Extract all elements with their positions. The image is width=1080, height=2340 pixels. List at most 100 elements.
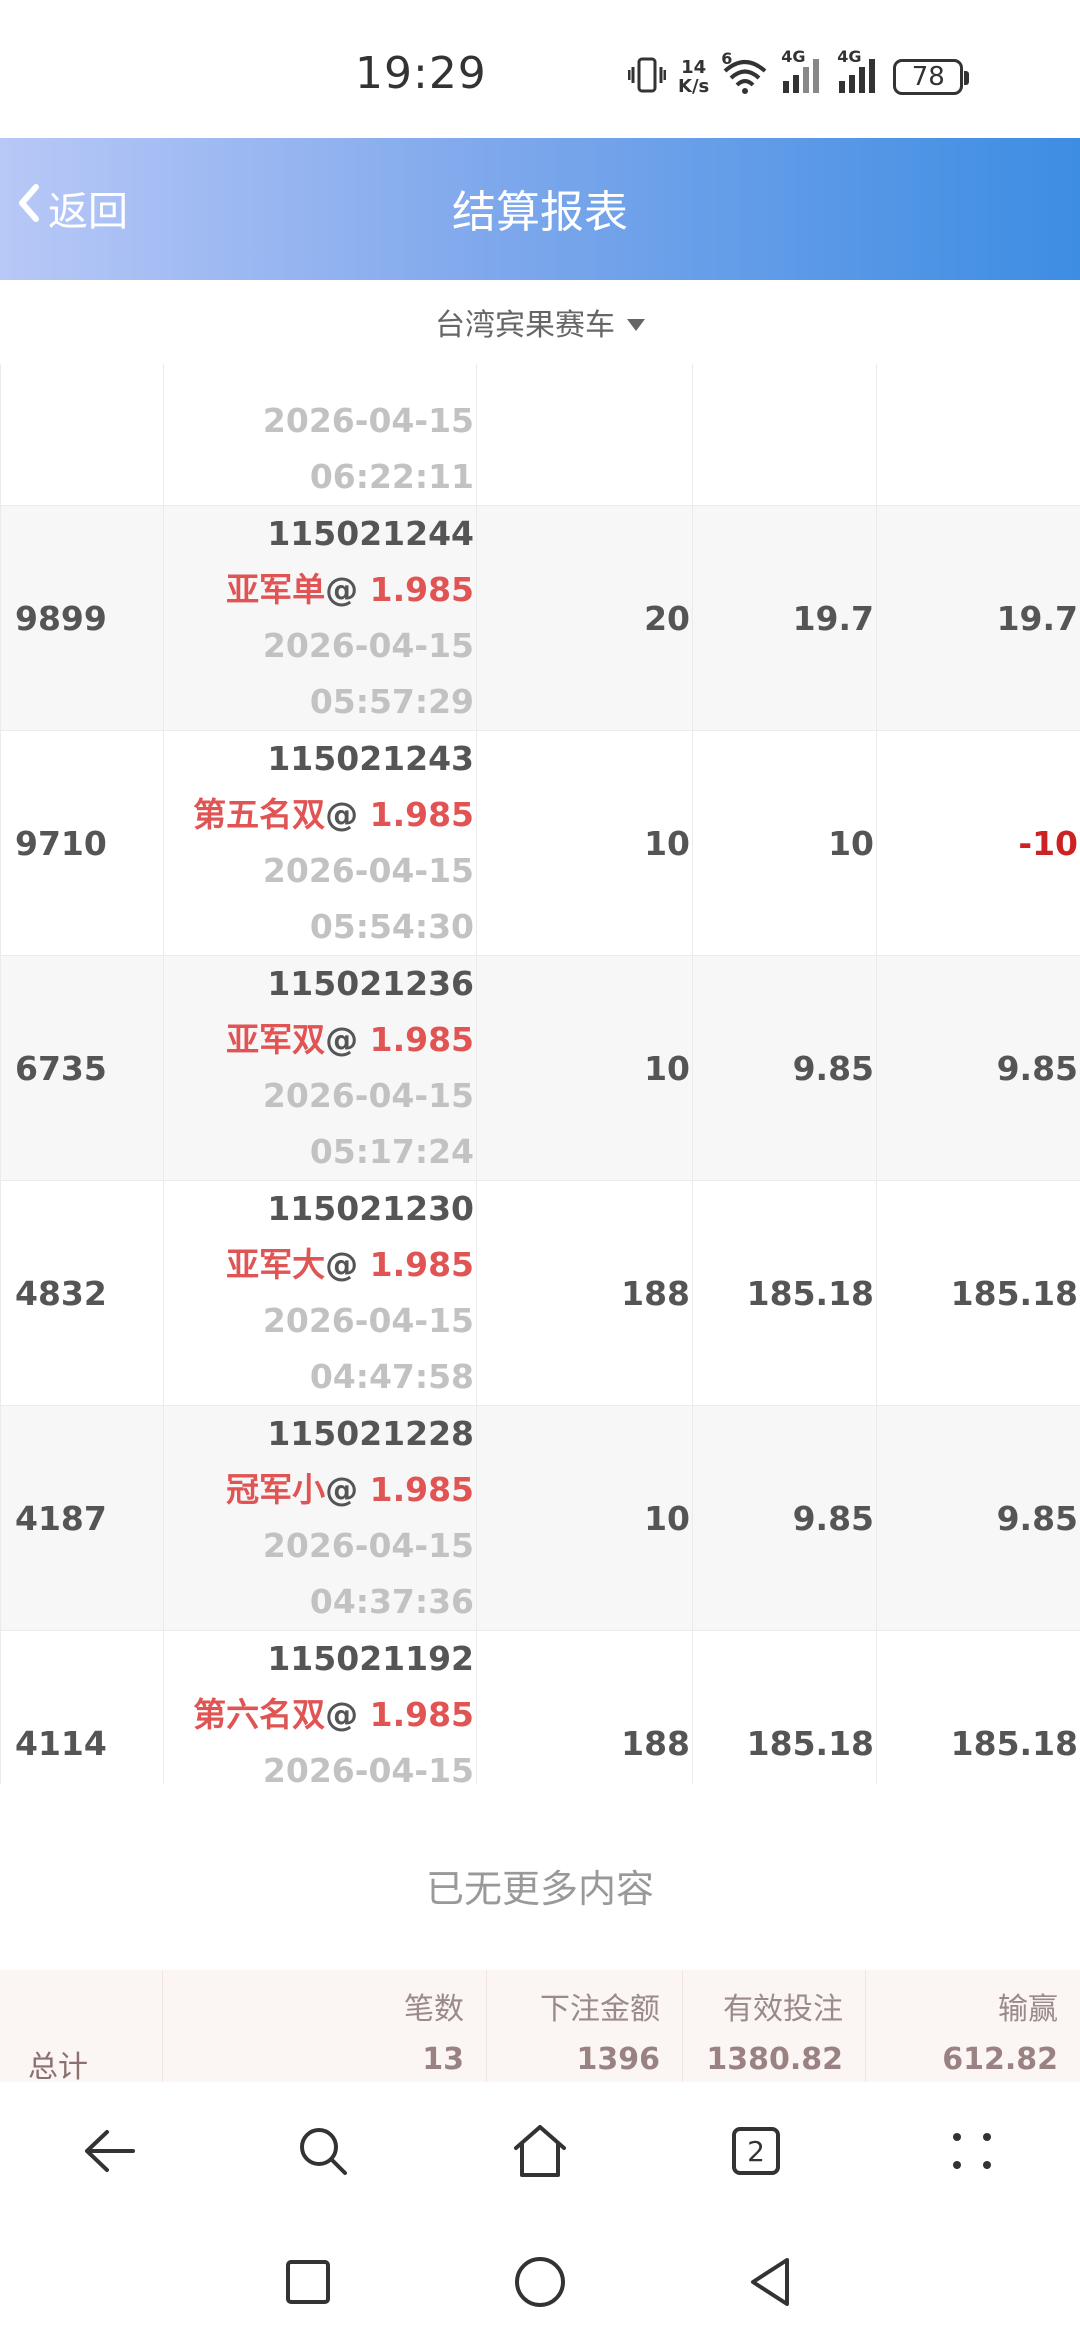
status-time: 19:29 bbox=[355, 48, 487, 99]
valid-amount: 9.85 bbox=[792, 1048, 874, 1088]
bet-amount: 10 bbox=[644, 823, 690, 863]
bet-name: 第六名双 bbox=[193, 1695, 326, 1734]
recents-button[interactable] bbox=[268, 2242, 348, 2322]
bet-name: 亚军大 bbox=[226, 1245, 326, 1284]
result-amount: 19.7 bbox=[996, 598, 1078, 638]
totals-label: 总计 bbox=[28, 2050, 88, 2085]
at-sign: @ bbox=[325, 570, 370, 609]
amount-cell: 188 bbox=[476, 1630, 693, 1784]
row-id: 4832 bbox=[15, 1273, 107, 1313]
result-amount: 185.18 bbox=[950, 1723, 1078, 1763]
status-bar: 19:29 14 K/s 6 4G 4G 78 bbox=[0, 0, 1080, 138]
row-id: 4187 bbox=[15, 1498, 107, 1538]
battery-level: 78 bbox=[911, 62, 945, 92]
valid-amount: 19.7 bbox=[792, 598, 874, 638]
amount-cell: 10 bbox=[476, 955, 693, 1181]
at-sign: @ bbox=[325, 1695, 370, 1734]
row-id: 4114 bbox=[15, 1723, 107, 1763]
totals-bet-cell: 下注金额 1396 bbox=[487, 1970, 683, 2082]
bet-amount-header: 下注金额 bbox=[540, 1992, 660, 2027]
bet-date: 2026-04-15 bbox=[262, 1301, 474, 1340]
browser-back-button[interactable] bbox=[64, 2106, 154, 2196]
browser-menu-button[interactable] bbox=[927, 2106, 1017, 2196]
net-speed-value: 14 bbox=[681, 57, 707, 78]
bet-amount-value: 1396 bbox=[576, 2042, 661, 2077]
result-cell: 9.85 bbox=[876, 1405, 1080, 1631]
table-row[interactable]: 9710 115021243 第五名双@ 1.985 2026-04-15 05:54:… bbox=[0, 730, 1080, 956]
bet-date: 2026-04-15 bbox=[262, 401, 474, 440]
table-row[interactable]: 4114 115021192第六名双@ 1.9852026-04-1501:37:… bbox=[0, 1630, 1080, 1784]
bet-odds: 1.985 bbox=[369, 1470, 474, 1509]
bet-odds: 1.985 bbox=[369, 570, 474, 609]
bet-amount: 10 bbox=[644, 1048, 690, 1088]
bets-table-container[interactable]: 2026-04-15 06:22:11 9899 115021244 亚军单@ 1.… bbox=[0, 364, 1080, 1784]
amount-cell: 10 bbox=[476, 730, 693, 956]
table-row[interactable]: 9899 115021244 亚军单@ 1.985 2026-04-15 05:57:2… bbox=[0, 505, 1080, 731]
lottery-selector[interactable]: 台湾宾果赛车 bbox=[0, 280, 1080, 364]
valid-cell: 185.18 bbox=[692, 1630, 877, 1784]
bet-date: 2026-04-15 bbox=[262, 1076, 474, 1115]
bet-name: 亚军单 bbox=[226, 570, 326, 609]
tab-count: 2 bbox=[747, 2134, 765, 2168]
bet-date: 2026-04-15 bbox=[262, 1526, 474, 1565]
count-header: 笔数 bbox=[404, 1992, 464, 2027]
row-id: 6735 bbox=[15, 1048, 107, 1088]
bet-info-cell: 115021192第六名双@ 1.9852026-04-1501:37:30 bbox=[163, 1630, 477, 1784]
system-back-button[interactable] bbox=[730, 2242, 810, 2322]
bet-line: 亚军单@ 1.985 bbox=[164, 562, 474, 618]
bet-time: 04:37:36 bbox=[309, 1582, 474, 1621]
table-row[interactable]: 4832 115021230 亚军大@ 1.985 2026-04-15 04:47:5… bbox=[0, 1180, 1080, 1406]
browser-search-button[interactable] bbox=[278, 2106, 368, 2196]
table-row[interactable]: 6735 115021236 亚军双@ 1.985 2026-04-15 05:17:2… bbox=[0, 955, 1080, 1181]
result-amount: 9.85 bbox=[996, 1498, 1078, 1538]
amount-cell: 10 bbox=[476, 1405, 693, 1631]
valid-amount: 9.85 bbox=[792, 1498, 874, 1538]
row-id-cell bbox=[0, 364, 164, 506]
amount-cell: 188 bbox=[476, 1180, 693, 1406]
bet-odds: 1.985 bbox=[369, 795, 474, 834]
system-navigation bbox=[0, 2224, 1080, 2340]
bets-table: 2026-04-15 06:22:11 9899 115021244 亚军单@ 1.… bbox=[0, 364, 1080, 1784]
bet-time: 06:22:11 bbox=[309, 457, 474, 496]
bet-time: 05:17:24 bbox=[309, 1132, 474, 1171]
bet-date: 2026-04-15 bbox=[262, 626, 474, 665]
bet-info-cell: 115021244 亚军单@ 1.985 2026-04-15 05:57:29 bbox=[163, 505, 477, 731]
back-arrow-icon bbox=[85, 2130, 135, 2172]
order-number: 115021236 bbox=[267, 964, 474, 1003]
totals-valid-cell: 有效投注 1380.82 bbox=[683, 1970, 866, 2082]
order-number: 115021244 bbox=[267, 514, 474, 553]
status-icons: 14 K/s 6 4G 4G 78 bbox=[627, 47, 970, 100]
bet-time: 05:57:29 bbox=[309, 682, 474, 721]
browser-home-button[interactable] bbox=[495, 2106, 585, 2196]
bet-line: 冠军小@ 1.985 bbox=[164, 1462, 474, 1518]
caret-down-icon bbox=[627, 319, 645, 331]
lottery-selector-label: 台湾宾果赛车 bbox=[435, 308, 615, 343]
bet-amount: 188 bbox=[621, 1273, 690, 1313]
browser-tabs-button[interactable]: 2 bbox=[711, 2106, 801, 2196]
system-home-button[interactable] bbox=[500, 2242, 580, 2322]
row-id-cell: 4114 bbox=[0, 1630, 164, 1784]
bet-info-cell: 115021243 第五名双@ 1.985 2026-04-15 05:54:30 bbox=[163, 730, 477, 956]
totals-win-cell: 输赢 612.82 bbox=[866, 1970, 1080, 2082]
tabs-icon: 2 bbox=[732, 2127, 780, 2175]
net-speed-unit: K/s bbox=[678, 76, 710, 97]
bet-name: 冠军小 bbox=[226, 1470, 326, 1509]
valid-bet-value: 1380.82 bbox=[706, 2042, 843, 2077]
bet-amount: 10 bbox=[644, 1498, 690, 1538]
valid-amount: 10 bbox=[828, 823, 874, 863]
win-loss-header: 输赢 bbox=[998, 1992, 1058, 2027]
at-sign: @ bbox=[325, 1245, 370, 1284]
signal-type-label: 4G bbox=[837, 47, 862, 66]
back-triangle-icon bbox=[751, 2258, 789, 2306]
result-cell: 9.85 bbox=[876, 955, 1080, 1181]
row-id-cell: 4832 bbox=[0, 1180, 164, 1406]
valid-cell bbox=[692, 364, 877, 506]
result-amount: -10 bbox=[1018, 823, 1078, 863]
at-sign: @ bbox=[325, 1020, 370, 1059]
net-speed: 14 K/s bbox=[678, 58, 709, 96]
bet-time: 05:54:30 bbox=[309, 907, 474, 946]
table-row[interactable]: 4187 115021228 冠军小@ 1.985 2026-04-15 04:37:3… bbox=[0, 1405, 1080, 1631]
bet-odds: 1.985 bbox=[369, 1695, 474, 1734]
bet-info-cell: 115021230 亚军大@ 1.985 2026-04-15 04:47:58 bbox=[163, 1180, 477, 1406]
bet-time: 04:47:58 bbox=[309, 1357, 474, 1396]
